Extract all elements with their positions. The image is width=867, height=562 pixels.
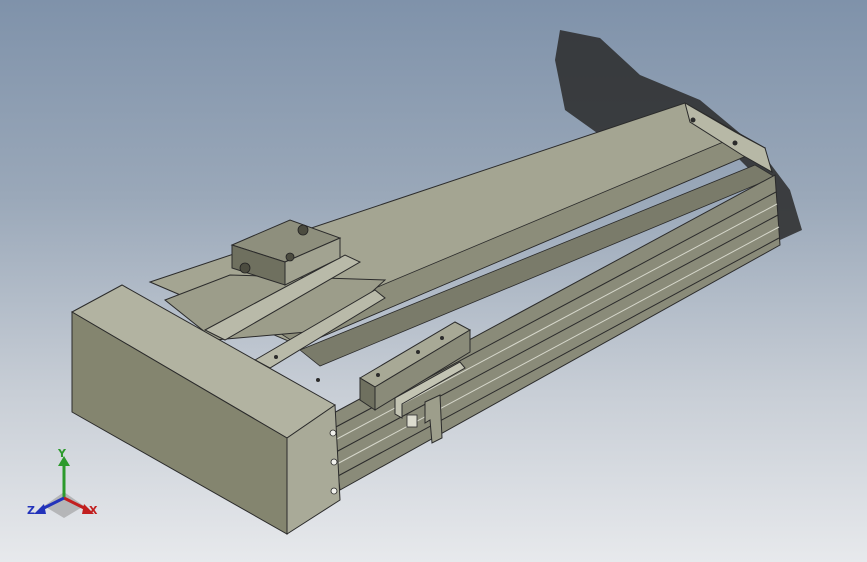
y-axis-label: Y (58, 447, 66, 460)
z-axis-label: Z (27, 504, 35, 517)
plate-bolt-2 (330, 458, 338, 466)
sensor-tab (406, 414, 418, 428)
coupling-bolt-1 (239, 262, 251, 274)
end-cap-bolt-1 (690, 117, 696, 123)
coupling-bolt-3 (285, 252, 295, 262)
carriage-bolt-3 (440, 336, 444, 340)
top-bolt-1 (274, 355, 278, 359)
top-bolt-2 (316, 378, 320, 382)
plate-bolt-3 (330, 487, 338, 495)
orientation-triad[interactable]: Y X Z (22, 448, 106, 522)
plate-bolt-1 (329, 429, 337, 437)
x-axis-label: X (89, 504, 98, 517)
cad-viewport[interactable]: Y X Z (0, 0, 867, 562)
carriage-bolt-2 (416, 350, 420, 354)
actuator-model[interactable] (0, 0, 867, 562)
coupling-bolt-2 (297, 224, 309, 236)
end-cap-bolt-2 (732, 140, 738, 146)
carriage-bolt-1 (376, 373, 380, 377)
z-axis-arrow (34, 504, 46, 514)
